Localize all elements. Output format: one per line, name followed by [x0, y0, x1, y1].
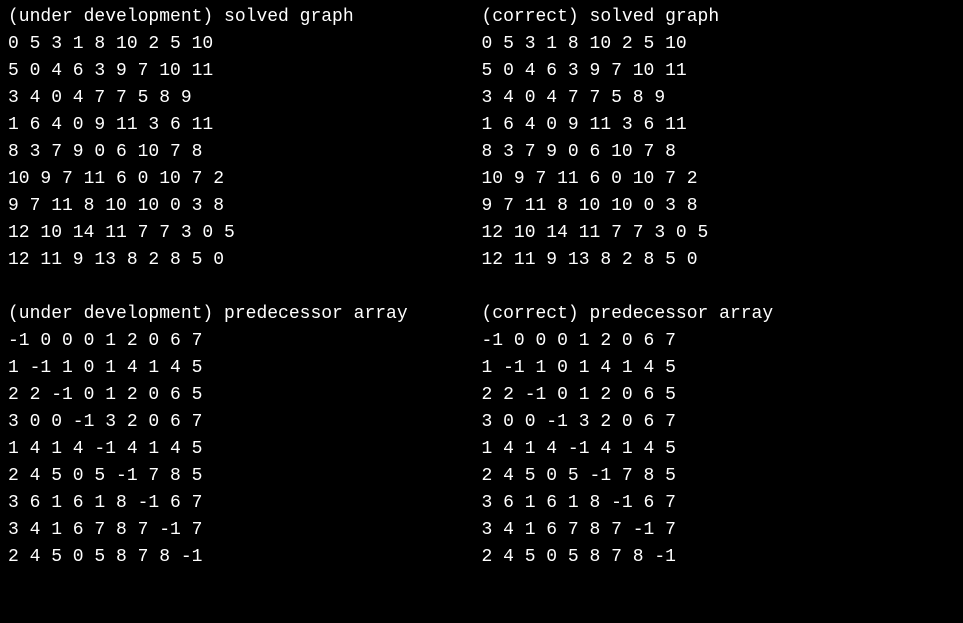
data-row: 9 7 11 8 10 10 0 3 8 [8, 193, 482, 220]
data-row: 1 4 1 4 -1 4 1 4 5 [482, 436, 956, 463]
data-row: 12 10 14 11 7 7 3 0 5 [8, 220, 482, 247]
data-row: 8 3 7 9 0 6 10 7 8 [8, 139, 482, 166]
right-solved-graph-header: (correct) solved graph [482, 4, 956, 31]
data-row: 12 11 9 13 8 2 8 5 0 [8, 247, 482, 274]
data-row: 1 6 4 0 9 11 3 6 11 [482, 112, 956, 139]
data-row: 1 -1 1 0 1 4 1 4 5 [8, 355, 482, 382]
right-predecessor-array-header: (correct) predecessor array [482, 301, 956, 328]
left-solved-graph-header: (under development) solved graph [8, 4, 482, 31]
data-row: 2 4 5 0 5 8 7 8 -1 [8, 544, 482, 571]
right-column: (correct) solved graph 0 5 3 1 8 10 2 5 … [482, 4, 956, 571]
data-row: 12 11 9 13 8 2 8 5 0 [482, 247, 956, 274]
data-row: 8 3 7 9 0 6 10 7 8 [482, 139, 956, 166]
data-row: 0 5 3 1 8 10 2 5 10 [482, 31, 956, 58]
data-row: 3 4 0 4 7 7 5 8 9 [482, 85, 956, 112]
data-row: 2 4 5 0 5 8 7 8 -1 [482, 544, 956, 571]
data-row: 1 -1 1 0 1 4 1 4 5 [482, 355, 956, 382]
left-predecessor-array-header: (under development) predecessor array [8, 301, 482, 328]
left-solved-graph-section: (under development) solved graph 0 5 3 1… [8, 4, 482, 274]
data-row: 10 9 7 11 6 0 10 7 2 [482, 166, 956, 193]
data-row: 3 4 1 6 7 8 7 -1 7 [8, 517, 482, 544]
data-row: 5 0 4 6 3 9 7 10 11 [482, 58, 956, 85]
data-row: -1 0 0 0 1 2 0 6 7 [482, 328, 956, 355]
data-row: 3 0 0 -1 3 2 0 6 7 [482, 409, 956, 436]
data-row: 1 4 1 4 -1 4 1 4 5 [8, 436, 482, 463]
data-row: 1 6 4 0 9 11 3 6 11 [8, 112, 482, 139]
data-row: 12 10 14 11 7 7 3 0 5 [482, 220, 956, 247]
data-row: 3 6 1 6 1 8 -1 6 7 [482, 490, 956, 517]
data-row: 0 5 3 1 8 10 2 5 10 [8, 31, 482, 58]
data-row: 3 4 1 6 7 8 7 -1 7 [482, 517, 956, 544]
data-row: 5 0 4 6 3 9 7 10 11 [8, 58, 482, 85]
data-row: 9 7 11 8 10 10 0 3 8 [482, 193, 956, 220]
left-predecessor-array-section: (under development) predecessor array -1… [8, 301, 482, 571]
data-row: 3 4 0 4 7 7 5 8 9 [8, 85, 482, 112]
left-column: (under development) solved graph 0 5 3 1… [8, 4, 482, 571]
data-row: 3 0 0 -1 3 2 0 6 7 [8, 409, 482, 436]
terminal-output: (under development) solved graph 0 5 3 1… [8, 4, 955, 571]
data-row: 2 2 -1 0 1 2 0 6 5 [482, 382, 956, 409]
data-row: 2 2 -1 0 1 2 0 6 5 [8, 382, 482, 409]
data-row: 2 4 5 0 5 -1 7 8 5 [8, 463, 482, 490]
right-predecessor-array-section: (correct) predecessor array -1 0 0 0 1 2… [482, 301, 956, 571]
right-solved-graph-section: (correct) solved graph 0 5 3 1 8 10 2 5 … [482, 4, 956, 274]
data-row: 2 4 5 0 5 -1 7 8 5 [482, 463, 956, 490]
data-row: -1 0 0 0 1 2 0 6 7 [8, 328, 482, 355]
data-row: 10 9 7 11 6 0 10 7 2 [8, 166, 482, 193]
data-row: 3 6 1 6 1 8 -1 6 7 [8, 490, 482, 517]
